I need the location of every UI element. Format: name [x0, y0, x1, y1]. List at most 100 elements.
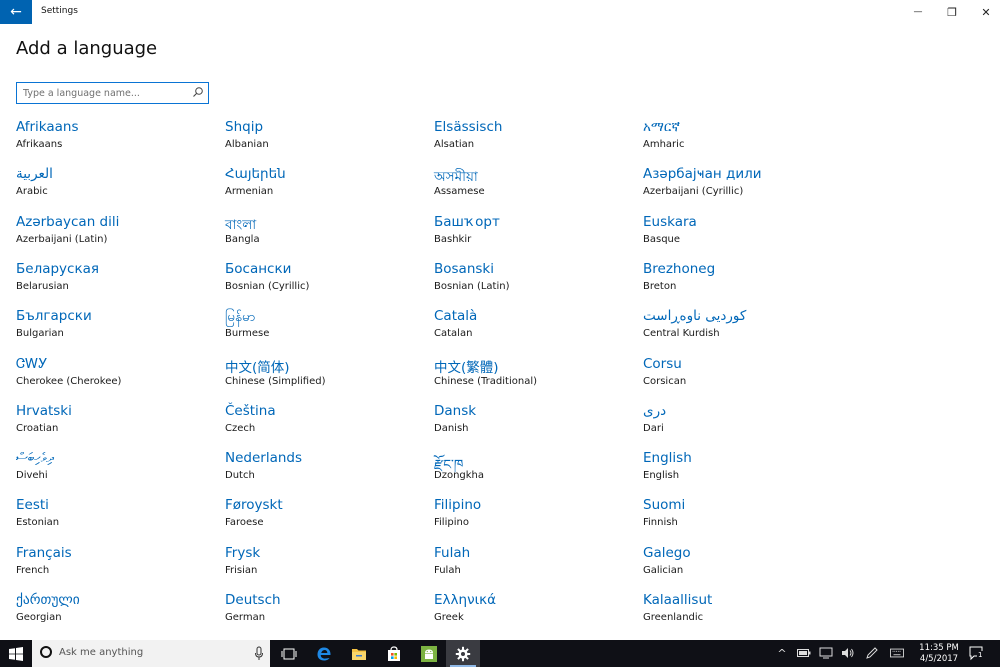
battery-button[interactable] [797, 646, 811, 660]
language-item[interactable]: Frysk Frisian [225, 545, 425, 589]
language-native-name: Հայերեն [225, 166, 286, 182]
edge-button[interactable] [307, 640, 341, 667]
pen-icon [866, 647, 878, 659]
language-english-name: Czech [225, 423, 256, 434]
language-item[interactable]: Башҡорт Bashkir [434, 214, 634, 258]
language-english-name: Central Kurdish [643, 328, 720, 339]
language-native-name: Shqip [225, 119, 264, 135]
language-native-name: Азәрбајҹан дили [643, 166, 762, 182]
network-button[interactable] [819, 646, 833, 660]
language-item[interactable]: Беларуская Belarusian [16, 261, 216, 305]
settings-icon [455, 646, 471, 661]
language-item[interactable]: ქართული Georgian [16, 592, 216, 636]
volume-icon [842, 648, 854, 658]
windows-logo-icon [9, 646, 23, 661]
store-button[interactable] [377, 640, 411, 667]
language-native-name: ქართული [16, 592, 80, 608]
android-icon [421, 645, 437, 662]
language-native-name: Euskara [643, 214, 697, 230]
language-item[interactable]: Čeština Czech [225, 403, 425, 447]
language-item[interactable]: Eesti Estonian [16, 497, 216, 541]
language-item[interactable]: 中文(简体) Chinese (Simplified) [225, 356, 425, 400]
language-english-name: Corsican [643, 376, 687, 387]
language-native-name: Български [16, 308, 92, 324]
microphone-icon[interactable] [254, 646, 264, 661]
language-item[interactable]: Fulah Fulah [434, 545, 634, 589]
volume-button[interactable] [841, 646, 855, 660]
language-item[interactable]: Български Bulgarian [16, 308, 216, 352]
language-item[interactable]: Català Catalan [434, 308, 634, 352]
start-button[interactable] [0, 640, 32, 667]
show-hidden-icons-button[interactable]: ^ [775, 646, 789, 660]
language-english-name: Georgian [16, 612, 62, 623]
language-item[interactable]: Kalaallisut Greenlandic [643, 592, 843, 636]
language-item[interactable]: မြန်မာ Burmese [225, 308, 425, 352]
language-item[interactable]: English English [643, 450, 843, 494]
language-item[interactable]: Deutsch German [225, 592, 425, 636]
language-native-name: ދިވެހިބަސް [16, 450, 54, 466]
language-item[interactable]: Føroyskt Faroese [225, 497, 425, 541]
language-english-name: Dari [643, 423, 664, 434]
language-item[interactable]: རྫོང་ཁ Dzongkha [434, 450, 634, 494]
language-item[interactable]: Босански Bosnian (Cyrillic) [225, 261, 425, 305]
language-item[interactable]: ދިވެހިބަސް Divehi [16, 450, 216, 494]
action-center-button[interactable]: 1 [968, 645, 986, 661]
language-native-name: Brezhoneg [643, 261, 716, 277]
language-item[interactable]: Nederlands Dutch [225, 450, 425, 494]
language-item[interactable]: Bosanski Bosnian (Latin) [434, 261, 634, 305]
language-english-name: Bulgarian [16, 328, 64, 339]
language-item[interactable]: Hrvatski Croatian [16, 403, 216, 447]
language-item[interactable]: Français French [16, 545, 216, 589]
language-native-name: English [643, 450, 692, 466]
language-native-name: Filipino [434, 497, 482, 513]
language-item[interactable]: Azərbaycan dili Azerbaijani (Latin) [16, 214, 216, 258]
language-item[interactable]: Suomi Finnish [643, 497, 843, 541]
language-native-name: Afrikaans [16, 119, 79, 135]
language-english-name: German [225, 612, 266, 623]
language-native-name: Català [434, 308, 478, 324]
language-item[interactable]: دری Dari [643, 403, 843, 447]
language-item[interactable]: Afrikaans Afrikaans [16, 119, 216, 163]
language-native-name: Kalaallisut [643, 592, 713, 608]
keyboard-button[interactable] [890, 646, 904, 660]
language-native-name: Galego [643, 545, 691, 561]
language-item[interactable]: کوردیی ناوەڕاست Central Kurdish [643, 308, 843, 352]
language-item[interactable]: Ελληνικά Greek [434, 592, 634, 636]
language-item[interactable]: Elsässisch Alsatian [434, 119, 634, 163]
language-english-name: Estonian [16, 517, 60, 528]
language-english-name: Galician [643, 565, 684, 576]
language-english-name: Divehi [16, 470, 48, 481]
language-item[interactable]: 中文(繁體) Chinese (Traditional) [434, 356, 634, 400]
language-english-name: Filipino [434, 517, 469, 528]
language-item[interactable]: Азәрбајҹан дили Azerbaijani (Cyrillic) [643, 166, 843, 210]
language-item[interactable]: Galego Galician [643, 545, 843, 589]
language-item[interactable]: Euskara Basque [643, 214, 843, 258]
language-item[interactable]: العربية Arabic [16, 166, 216, 210]
cortana-placeholder: Ask me anything [59, 647, 144, 658]
language-item[interactable]: Filipino Filipino [434, 497, 634, 541]
language-native-name: Беларуская [16, 261, 99, 277]
language-english-name: Bosnian (Cyrillic) [225, 281, 310, 292]
android-app-button[interactable] [412, 640, 446, 667]
language-item[interactable]: Corsu Corsican [643, 356, 843, 400]
language-native-name: Azərbaycan dili [16, 214, 120, 230]
language-item[interactable]: বাংলা Bangla [225, 214, 425, 258]
language-item[interactable]: Dansk Danish [434, 403, 634, 447]
file-explorer-button[interactable] [342, 640, 376, 667]
language-english-name: Alsatian [434, 139, 475, 150]
language-item[interactable]: Shqip Albanian [225, 119, 425, 163]
language-item[interactable]: Հայերեն Armenian [225, 166, 425, 210]
pen-workspace-button[interactable] [865, 646, 879, 660]
language-native-name: Dansk [434, 403, 477, 419]
language-item[interactable]: অসমীয়া Assamese [434, 166, 634, 210]
language-english-name: Croatian [16, 423, 59, 434]
language-item[interactable]: ᏣᎳᎩ Cherokee (Cherokee) [16, 356, 216, 400]
cortana-search-box[interactable]: Ask me anything [32, 640, 270, 667]
language-item[interactable]: Brezhoneg Breton [643, 261, 843, 305]
settings-app-button[interactable] [446, 640, 480, 667]
language-item[interactable]: አማርኛ Amharic [643, 119, 843, 163]
language-english-name: English [643, 470, 680, 481]
language-english-name: Chinese (Simplified) [225, 376, 326, 387]
task-view-button[interactable] [272, 640, 306, 667]
clock[interactable]: 11:35 PM 4/5/2017 [912, 643, 966, 665]
